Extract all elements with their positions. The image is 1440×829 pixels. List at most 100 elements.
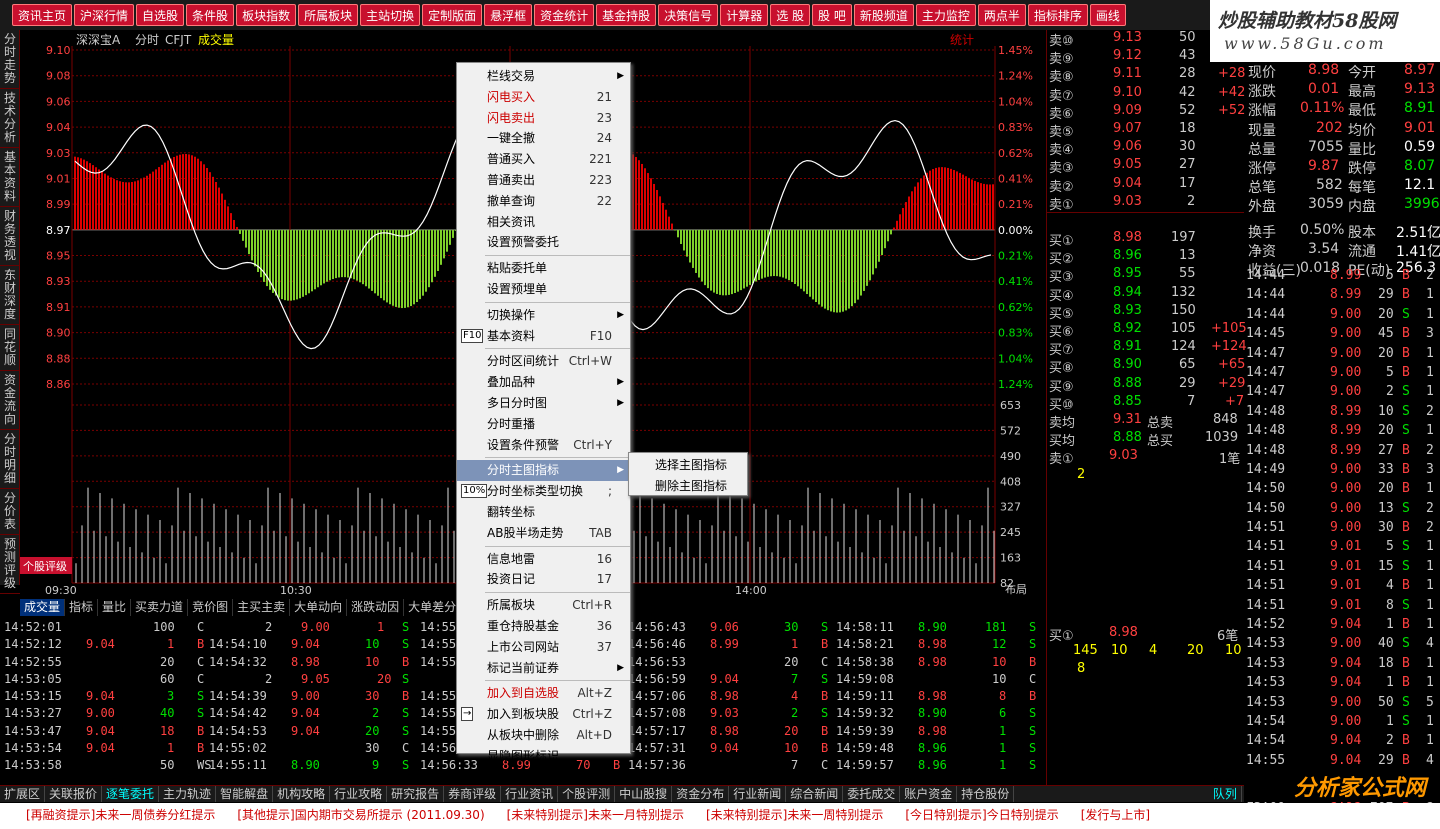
- menu-item-8[interactable]: 设置预警委托: [457, 232, 630, 253]
- menu-item-7[interactable]: 相关资讯: [457, 212, 630, 233]
- chart-tab-3[interactable]: 买卖力道: [131, 599, 189, 616]
- bottom-tab-11[interactable]: 中山股搜: [615, 786, 673, 802]
- toolbar-button-16[interactable]: 主力监控: [915, 4, 976, 26]
- toolbar-button-17[interactable]: 两点半: [977, 4, 1026, 26]
- bottom-tab-17[interactable]: 持仓股份: [957, 786, 1015, 802]
- left-nav-tab-9[interactable]: 预测评级: [0, 535, 20, 594]
- menu-item-10[interactable]: 设置预埋单: [457, 279, 630, 300]
- menu-item-23[interactable]: 投资日记 17: [457, 569, 630, 590]
- chart-tab-5[interactable]: 主买主卖: [233, 599, 291, 616]
- marquee-item-4[interactable]: [今日特别提示]今日特别提示: [905, 808, 1058, 822]
- chart-tab-1[interactable]: 指标: [65, 599, 99, 616]
- bottom-tab-10[interactable]: 个股评测: [558, 786, 616, 802]
- menu-item-25[interactable]: 重仓持股基金 36: [457, 616, 630, 637]
- bottom-tab-2[interactable]: 逐笔委托: [102, 786, 160, 802]
- bottom-tab-0[interactable]: 扩展区: [0, 786, 46, 802]
- bottom-tab-4[interactable]: 智能解盘: [216, 786, 274, 802]
- menu-item-29[interactable]: → 加入到板块股 Ctrl+Z: [457, 704, 630, 725]
- menu-item-22[interactable]: 信息地雷 16: [457, 549, 630, 570]
- chart-tab-4[interactable]: 竞价图: [188, 599, 234, 616]
- toolbar-button-19[interactable]: 画线: [1089, 4, 1126, 26]
- toolbar-button-5[interactable]: 所属板块: [298, 4, 359, 26]
- chart-tab-8[interactable]: 大单差分: [404, 599, 462, 616]
- bottom-tab-15[interactable]: 委托成交: [843, 786, 901, 802]
- bottom-tab-7[interactable]: 研究报告: [387, 786, 445, 802]
- toolbar-button-13[interactable]: 选 股: [770, 4, 811, 26]
- toolbar-button-15[interactable]: 新股频道: [853, 4, 914, 26]
- menu-item-11[interactable]: 切换操作 ▶: [457, 305, 630, 326]
- menu-item-1[interactable]: 闪电买入 21: [457, 87, 630, 108]
- menu-item-30[interactable]: 从板块中删除 Alt+D: [457, 725, 630, 746]
- menu-item-18[interactable]: 分时主图指标 ▶: [457, 460, 630, 482]
- bottom-tab-3[interactable]: 主力轨迹: [159, 786, 217, 802]
- left-nav-tab-0[interactable]: 分时走势: [0, 30, 20, 89]
- menu-item-5[interactable]: 普通卖出 223: [457, 170, 630, 191]
- toolbar-button-7[interactable]: 定制版面: [422, 4, 483, 26]
- submenu-item-1[interactable]: 删除主图指标: [629, 476, 747, 497]
- toolbar-button-2[interactable]: 自选股: [136, 4, 185, 26]
- left-nav-tab-3[interactable]: 财务透视: [0, 207, 20, 266]
- chart-tab-6[interactable]: 大单动向: [290, 599, 348, 616]
- left-nav-tab-7[interactable]: 分时明细: [0, 430, 20, 489]
- recent-tick-cell: 20: [1378, 345, 1394, 361]
- menu-item-9[interactable]: 粘贴委托单: [457, 258, 630, 279]
- menu-item-13[interactable]: 分时区间统计 Ctrl+W: [457, 351, 630, 372]
- menu-item-14[interactable]: 叠加品种 ▶: [457, 372, 630, 393]
- toolbar-button-18[interactable]: 指标排序: [1027, 4, 1088, 26]
- toolbar-button-1[interactable]: 沪深行情: [74, 4, 135, 26]
- bottom-tab-12[interactable]: 资金分布: [672, 786, 730, 802]
- menu-item-16[interactable]: 分时重播: [457, 414, 630, 435]
- menu-item-27[interactable]: 标记当前证券 ▶: [457, 658, 630, 679]
- toolbar-button-11[interactable]: 决策信号: [658, 4, 719, 26]
- marquee-item-5[interactable]: [发行与上市]: [1081, 808, 1150, 822]
- menu-item-24[interactable]: 所属板块 Ctrl+R: [457, 595, 630, 616]
- menu-item-15[interactable]: 多日分时图 ▶: [457, 393, 630, 414]
- menu-item-20[interactable]: 翻转坐标: [457, 502, 630, 523]
- marquee-item-2[interactable]: [未来特别提示]未来一月特别提示: [507, 808, 684, 822]
- bottom-tab-8[interactable]: 券商评级: [444, 786, 502, 802]
- menu-item-31[interactable]: 显隐图形标识: [457, 746, 630, 767]
- marquee-item-3[interactable]: [未来特别提示]未来一周特别提示: [706, 808, 883, 822]
- toolbar-button-8[interactable]: 悬浮框: [484, 4, 533, 26]
- left-nav-tab-4[interactable]: 东财深度: [0, 266, 20, 325]
- bottom-tab-16[interactable]: 账户资金: [900, 786, 958, 802]
- chart-tab-7[interactable]: 涨跌动因: [347, 599, 405, 616]
- bottom-tab-6[interactable]: 行业攻略: [330, 786, 388, 802]
- toolbar-button-4[interactable]: 板块指数: [236, 4, 297, 26]
- left-nav-tab-1[interactable]: 技术分析: [0, 89, 20, 148]
- toolbar-button-0[interactable]: 资讯主页: [12, 4, 73, 26]
- menu-item-17[interactable]: 设置条件预警 Ctrl+Y: [457, 435, 630, 456]
- menu-item-3[interactable]: 一键全撤 24: [457, 128, 630, 149]
- marquee-item-0[interactable]: [再融资提示]未来一周债券分红提示: [26, 808, 215, 822]
- left-nav-tab-6[interactable]: 资金流向: [0, 371, 20, 430]
- recent-tick-cell: 9.00: [1330, 500, 1362, 516]
- menu-item-19[interactable]: 10% 分时坐标类型切换;: [457, 481, 630, 502]
- menu-item-21[interactable]: AB股半场走势 TAB: [457, 523, 630, 544]
- marquee-item-1[interactable]: [其他提示]国内期市交易所提示 (2011.09.30): [237, 808, 484, 822]
- left-nav-tab-2[interactable]: 基本资料: [0, 148, 20, 207]
- bottom-tab-5[interactable]: 机构攻略: [273, 786, 331, 802]
- toolbar-button-6[interactable]: 主站切换: [360, 4, 421, 26]
- chart-tab-2[interactable]: 量比: [98, 599, 132, 616]
- bottom-tab-9[interactable]: 行业资讯: [501, 786, 559, 802]
- menu-item-26[interactable]: 上市公司网站 37: [457, 637, 630, 658]
- menu-item-12[interactable]: F10 基本资料 F10: [457, 326, 630, 347]
- bottom-tab-13[interactable]: 行业新闻: [729, 786, 787, 802]
- menu-item-2[interactable]: 闪电卖出 23: [457, 108, 630, 129]
- chart-tab-0[interactable]: 成交量: [20, 599, 66, 616]
- bottom-tab-14[interactable]: 综合新闻: [786, 786, 844, 802]
- menu-item-4[interactable]: 普通买入 221: [457, 149, 630, 170]
- menu-item-28[interactable]: 加入到自选股 Alt+Z: [457, 683, 630, 704]
- bottom-right-tab-0[interactable]: 队列: [1209, 786, 1242, 802]
- toolbar-button-10[interactable]: 基金持股: [596, 4, 657, 26]
- bottom-tab-1[interactable]: 关联报价: [45, 786, 103, 802]
- toolbar-button-12[interactable]: 计算器: [720, 4, 769, 26]
- toolbar-button-14[interactable]: 股 吧: [812, 4, 852, 26]
- submenu-item-0[interactable]: 选择主图指标: [629, 455, 747, 476]
- menu-item-0[interactable]: 栏线交易 ▶: [457, 66, 630, 87]
- menu-item-6[interactable]: 撤单查询 22: [457, 191, 630, 212]
- toolbar-button-9[interactable]: 资金统计: [534, 4, 595, 26]
- left-nav-tab-5[interactable]: 同花顺: [0, 325, 20, 371]
- toolbar-button-3[interactable]: 条件股: [186, 4, 235, 26]
- left-nav-tab-8[interactable]: 分价表: [0, 489, 20, 535]
